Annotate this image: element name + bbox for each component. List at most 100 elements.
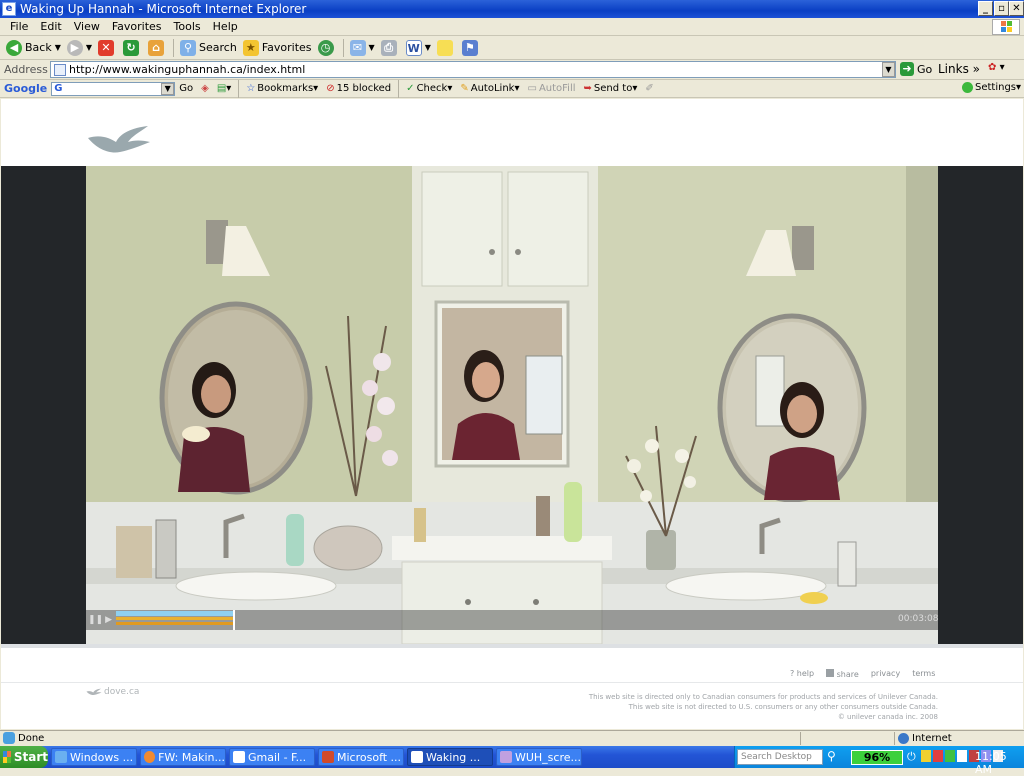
help-link-label: help: [796, 669, 815, 678]
taskbar: Start Windows ... FW: Makin... Gmail - F…: [0, 746, 1024, 776]
google-pagerank-button[interactable]: ▤ ▾: [213, 83, 235, 94]
back-button[interactable]: ◀ Back ▼: [3, 38, 64, 58]
help-link[interactable]: ? help: [790, 669, 814, 679]
page-icon: [54, 63, 66, 76]
desktop-search-input[interactable]: Search Desktop: [737, 749, 823, 765]
history-button[interactable]: ◷: [315, 38, 340, 58]
autofill-button[interactable]: ▭ AutoFill: [523, 83, 579, 94]
mail-button[interactable]: ✉ ▼: [347, 38, 378, 58]
minimize-button[interactable]: _: [978, 1, 993, 16]
progress-scrubber[interactable]: [233, 610, 235, 630]
progress-played: [116, 617, 233, 620]
windows-logo-icon: [992, 19, 1020, 35]
settings-button[interactable]: Settings ▾: [958, 82, 1024, 93]
progress-buffered: [116, 611, 233, 616]
forward-button[interactable]: ▶ ▼: [64, 38, 95, 58]
messenger-button[interactable]: ⚑: [459, 38, 484, 58]
video-bottom-border: [1, 644, 1023, 648]
dove-ca-link[interactable]: dove.ca: [86, 687, 139, 697]
task-label: FW: Makin...: [158, 750, 225, 764]
google-logo[interactable]: Google: [0, 82, 51, 95]
note-icon: [436, 39, 453, 56]
power-plug-icon[interactable]: ⏻: [907, 750, 916, 764]
task-windows[interactable]: Windows ...: [51, 748, 137, 766]
popup-blocker-button[interactable]: ⊘ 15 blocked: [322, 83, 395, 94]
favorites-label: Favorites: [261, 41, 312, 54]
search-icon[interactable]: ⚲: [827, 749, 836, 763]
address-url: http://www.wakinguphannah.ca/index.html: [69, 63, 306, 76]
page-done-icon: [3, 732, 15, 744]
volume-icon[interactable]: [957, 750, 967, 762]
dropdown-arrow-icon: ▼: [85, 43, 93, 52]
task-label: Waking ...: [426, 750, 481, 764]
dropdown-arrow-icon: ▼: [368, 43, 375, 52]
discuss-button[interactable]: [434, 38, 459, 58]
restore-button[interactable]: ▫: [994, 1, 1009, 16]
pagerank-icon: ▤: [216, 83, 227, 94]
google-search-input[interactable]: G ▼: [51, 81, 176, 96]
system-tray: Search Desktop ⚲ 96% ⏻ 11:05 AM: [734, 746, 1024, 776]
address-dropdown-button[interactable]: ▼: [882, 62, 895, 77]
security-zone: Internet: [894, 732, 952, 745]
clock[interactable]: 11:05 AM: [975, 750, 1024, 776]
menu-favorites[interactable]: Favorites: [106, 20, 168, 33]
menu-file[interactable]: File: [4, 20, 34, 33]
close-button[interactable]: ✕: [1009, 1, 1024, 16]
favorites-button[interactable]: ★ Favorites: [240, 38, 315, 58]
search-icon: ⚲: [180, 39, 197, 56]
antivirus-icon[interactable]: [933, 750, 943, 762]
terms-link[interactable]: terms: [912, 669, 935, 679]
task-waking-up-hannah[interactable]: Waking ...: [407, 748, 493, 766]
links-button[interactable]: Links »: [938, 62, 980, 76]
forward-arrow-icon: ▶: [66, 39, 83, 56]
video-progress-bar[interactable]: [116, 610, 896, 630]
address-bar: Address http://www.wakinguphannah.ca/ind…: [0, 60, 1024, 80]
bookmark-star-icon: ☆: [246, 83, 256, 94]
autolink-button[interactable]: ✎ AutoLink ▾: [456, 83, 523, 94]
task-wuh-screenshot[interactable]: WUH_scre...: [496, 748, 582, 766]
google-search-dropdown[interactable]: ▼: [161, 82, 175, 95]
send-to-button[interactable]: ➥ Send to ▾: [580, 83, 642, 94]
edit-button[interactable]: W ▼: [403, 38, 434, 58]
autolink-label: AutoLink: [470, 83, 515, 94]
task-fw-making[interactable]: FW: Makin...: [140, 748, 226, 766]
ie-page-icon: [233, 751, 245, 763]
update-icon[interactable]: [945, 750, 955, 762]
stop-button[interactable]: ✕: [95, 38, 120, 58]
bookmarks-button[interactable]: ☆ Bookmarks ▾: [242, 83, 322, 94]
translate-icon: ✿: [988, 62, 997, 73]
menu-tools[interactable]: Tools: [168, 20, 207, 33]
battery-meter[interactable]: 96%: [851, 750, 903, 765]
dove-logo-icon[interactable]: [86, 124, 152, 159]
google-go-button[interactable]: Go: [175, 83, 197, 94]
menu-help[interactable]: Help: [207, 20, 244, 33]
search-button[interactable]: ⚲ Search: [177, 38, 240, 58]
home-button[interactable]: ⌂: [145, 38, 170, 58]
share-link[interactable]: share: [826, 669, 859, 679]
refresh-button[interactable]: ↻: [120, 38, 145, 58]
task-label: Microsoft ...: [337, 750, 402, 764]
blocked-label: 15 blocked: [336, 83, 392, 94]
task-microsoft[interactable]: Microsoft ...: [318, 748, 404, 766]
address-input[interactable]: http://www.wakinguphannah.ca/index.html: [50, 61, 896, 78]
task-gmail[interactable]: Gmail - F...: [229, 748, 315, 766]
print-button[interactable]: ⎙: [378, 38, 403, 58]
menu-view[interactable]: View: [68, 20, 106, 33]
google-news-button[interactable]: ◈: [197, 83, 213, 94]
paint-icon: [500, 751, 512, 763]
go-arrow-icon: ➜: [900, 62, 914, 76]
dropdown-arrow-icon: ▼: [54, 43, 61, 52]
translate-button[interactable]: ✿ ▾: [988, 62, 1005, 73]
autofill-icon: ▭: [527, 83, 537, 94]
settings-label: Settings: [975, 82, 1017, 93]
highlight-button[interactable]: ✐: [641, 83, 657, 94]
spellcheck-button[interactable]: ✓ Check ▾: [402, 83, 456, 94]
status-panes: [800, 732, 892, 745]
start-button[interactable]: Start: [0, 746, 48, 768]
pause-button[interactable]: ❚❚ ▶: [88, 613, 112, 627]
back-label: Back: [25, 41, 52, 54]
privacy-link[interactable]: privacy: [871, 669, 900, 679]
network-icon[interactable]: [921, 750, 931, 762]
menu-edit[interactable]: Edit: [34, 20, 67, 33]
go-button[interactable]: ➜ Go: [900, 62, 932, 76]
